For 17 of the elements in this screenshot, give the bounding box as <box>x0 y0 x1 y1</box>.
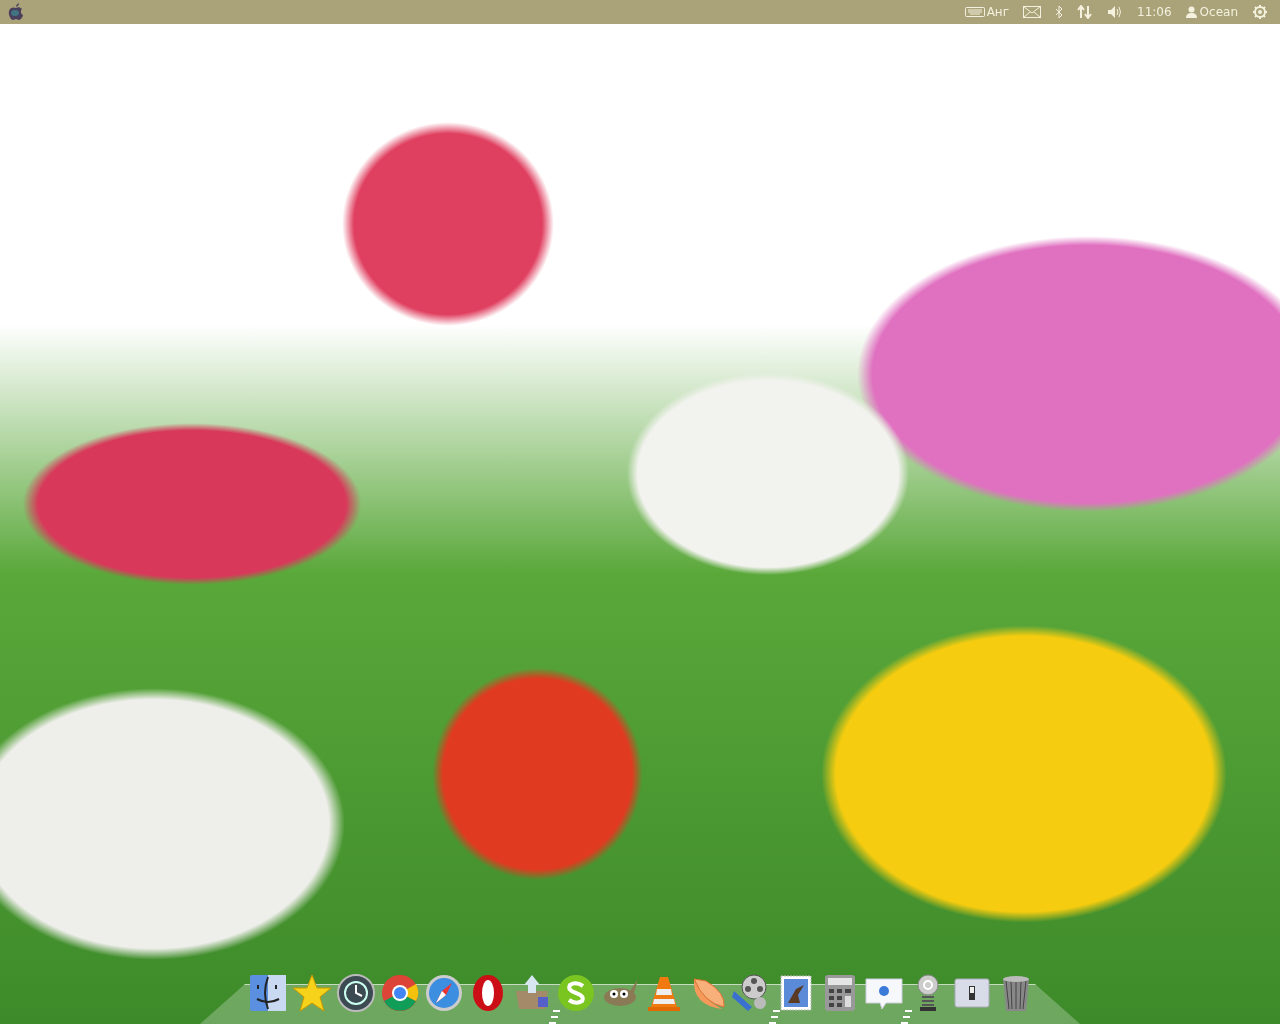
clock-time[interactable]: 11:06 <box>1137 3 1172 21</box>
apple-logo-icon[interactable] <box>8 3 24 21</box>
star-icon[interactable] <box>292 973 332 1013</box>
network-arrows-icon[interactable] <box>1077 5 1093 19</box>
mail-icon[interactable] <box>1023 6 1041 18</box>
letter-s-bubble-icon[interactable] <box>556 973 596 1013</box>
volume-icon[interactable] <box>1107 5 1123 19</box>
keyboard-icon[interactable] <box>964 7 985 17</box>
keyboard-layout-label[interactable]: Анг <box>986 3 1009 21</box>
power-icon[interactable] <box>1252 4 1268 20</box>
browser-ball-icon[interactable] <box>380 973 420 1013</box>
clock-icon[interactable] <box>336 973 376 1013</box>
finder-face-icon[interactable] <box>248 973 288 1013</box>
compass-icon[interactable] <box>424 973 464 1013</box>
user-icon[interactable] <box>1185 6 1197 18</box>
bluetooth-icon[interactable] <box>1055 5 1063 19</box>
user-name[interactable]: Ocean <box>1199 3 1238 21</box>
